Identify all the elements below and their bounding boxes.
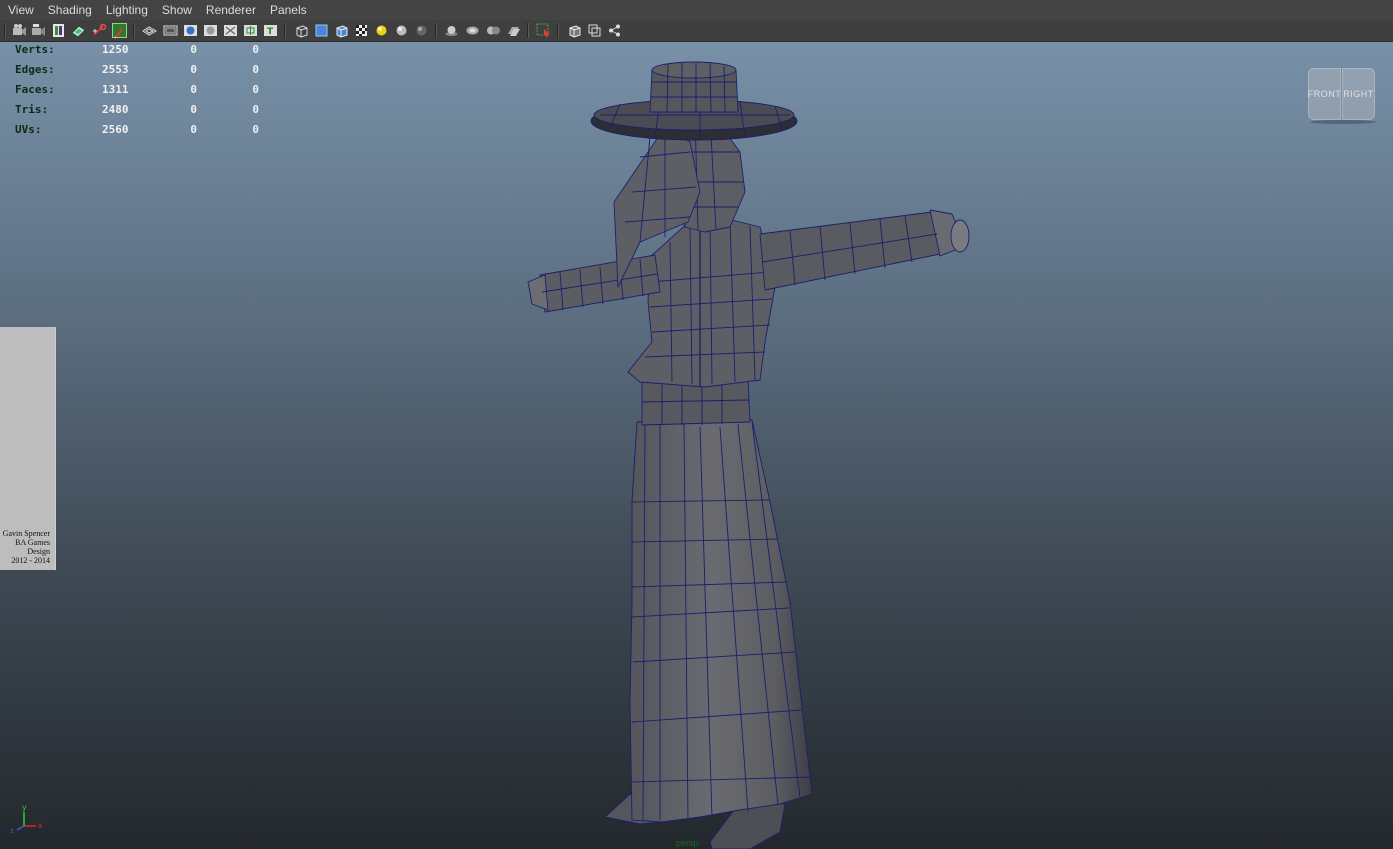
xray-joints-icon[interactable] [587,23,602,38]
gate-mask-icon[interactable] [203,23,218,38]
svg-text:T: T [267,27,274,37]
hud-icon[interactable] [506,23,521,38]
axis-x-label: x [38,821,43,830]
axis-z-label: z [10,827,14,834]
ambient-occlusion-icon[interactable] [414,23,429,38]
menu-shading[interactable]: Shading [40,0,98,20]
perspective-viewport[interactable]: Verts: 1250 0 0 Edges: 2553 0 0 Faces: 1… [0,42,1393,849]
toolbar-separator [527,23,529,38]
isolate-select-icon[interactable] [536,23,551,38]
plague-doctor-model[interactable] [0,42,1393,849]
camera-attributes-icon[interactable] [31,23,46,38]
shadows-icon[interactable] [394,23,409,38]
2d-pan-zoom-icon[interactable] [92,23,107,38]
toolbar-separator [4,23,6,38]
toolbar-separator [435,23,437,38]
depth-of-field-icon[interactable] [486,23,501,38]
menu-lighting[interactable]: Lighting [98,0,154,20]
safe-action-icon[interactable] [243,23,258,38]
hat-top [651,61,737,79]
menu-show[interactable]: Show [154,0,198,20]
xray-icon[interactable] [567,23,582,38]
panel-toolbar: T [0,20,1393,42]
menu-view[interactable]: View [0,0,40,20]
toolbar-separator [284,23,286,38]
bookmark-icon[interactable] [51,23,66,38]
safe-title-icon[interactable]: T [263,23,278,38]
axis-gizmo: y x z [10,804,43,834]
viewport-menu-bar: View Shading Lighting Show Renderer Pane… [0,0,1393,20]
toolbar-separator [557,23,559,38]
left-cuff [527,274,549,311]
wireframe-on-shaded-icon[interactable] [334,23,349,38]
coat-skirt [629,419,813,823]
resolution-gate-icon[interactable] [183,23,198,38]
menu-renderer[interactable]: Renderer [198,0,262,20]
textured-icon[interactable] [354,23,369,38]
toolbar-separator [133,23,135,38]
grid-icon[interactable] [142,23,158,38]
xray-active-icon[interactable] [607,23,622,38]
smooth-shade-icon[interactable] [314,23,329,38]
film-gate-icon[interactable] [163,23,178,38]
menu-panels[interactable]: Panels [262,0,313,20]
motion-blur-icon[interactable] [444,23,459,38]
camera-name-label: persp [676,838,699,848]
anti-alias-icon[interactable] [465,23,480,38]
camera-icon[interactable] [12,23,27,38]
default-light-icon[interactable] [374,23,389,38]
image-plane-icon[interactable] [71,23,86,38]
field-chart-icon[interactable] [223,23,238,38]
grease-pencil-icon[interactable] [112,23,127,39]
axis-y-label: y [22,804,27,812]
wireframe-icon[interactable] [294,23,309,38]
right-hand-end [950,219,970,253]
